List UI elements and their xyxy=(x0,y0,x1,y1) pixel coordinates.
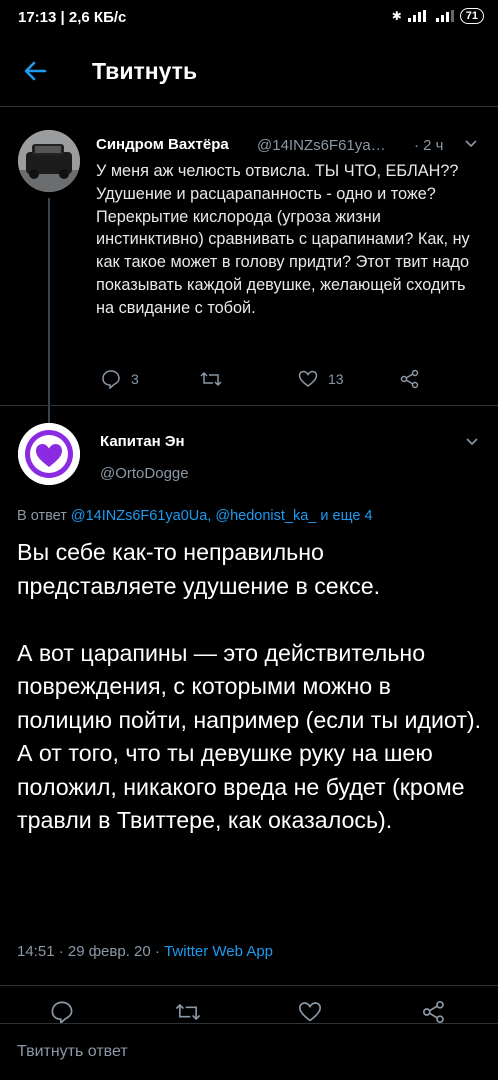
like-button[interactable]: 13 xyxy=(298,369,344,389)
author-handle: @14INZs6F61ya… xyxy=(257,137,386,154)
reply-button[interactable] xyxy=(50,1000,74,1024)
heart-icon xyxy=(298,369,318,389)
bluetooth-icon: ✱ xyxy=(391,9,402,23)
share-button[interactable] xyxy=(422,1000,446,1024)
chevron-down-icon[interactable] xyxy=(464,136,478,150)
divider xyxy=(0,405,498,406)
author-name[interactable]: Синдром Вахтёра xyxy=(96,136,229,153)
reply-prefix: В ответ xyxy=(17,508,67,524)
reply-context: В ответ @14INZs6F61ya0Ua, @hedonist_ka_ … xyxy=(17,508,373,524)
tweet-text: Вы себе как-то неправильно представляете… xyxy=(17,539,482,833)
author-handle: @OrtoDogge xyxy=(100,465,189,482)
reply-more[interactable]: и еще 4 xyxy=(320,508,372,524)
retweet-button[interactable] xyxy=(174,1000,202,1024)
signal-icon-2 xyxy=(435,10,454,22)
reply-icon xyxy=(50,1000,74,1024)
share-button[interactable] xyxy=(400,369,420,389)
header: Твитнуть xyxy=(0,36,498,107)
divider xyxy=(0,1023,498,1024)
page-title: Твитнуть xyxy=(92,58,198,84)
author-name[interactable]: Капитан Эн xyxy=(100,433,185,450)
tweet-timestamp: 14:51 · 29 февр. 20 · xyxy=(17,943,160,960)
reply-button[interactable]: 3 xyxy=(101,369,139,389)
like-count: 13 xyxy=(328,371,344,387)
reply-input[interactable]: Твитнуть ответ xyxy=(17,1043,128,1061)
retweet-button[interactable] xyxy=(199,369,223,389)
retweet-icon xyxy=(199,369,223,389)
signal-icon xyxy=(407,10,430,22)
tweet-meta: 14:51 · 29 февр. 20 · Twitter Web App xyxy=(17,943,273,960)
status-time-speed: 17:13 | 2,6 КБ/с xyxy=(18,9,127,26)
avatar[interactable] xyxy=(18,130,80,192)
thread-line xyxy=(48,198,50,424)
like-button[interactable] xyxy=(298,1000,322,1024)
battery-icon: 71 xyxy=(459,8,484,24)
tweet-text: У меня аж челюсть отвисла. ТЫ ЧТО, ЕБЛАН… xyxy=(96,162,470,317)
retweet-icon xyxy=(174,1000,202,1024)
arrow-left-icon[interactable] xyxy=(20,56,50,86)
share-icon xyxy=(422,1000,446,1024)
avatar[interactable] xyxy=(18,423,80,485)
reply-mentions[interactable]: @14INZs6F61ya0Ua, @hedonist_ka_ xyxy=(71,508,316,524)
reply-icon xyxy=(101,369,121,389)
reply-count: 3 xyxy=(131,371,139,387)
status-bar: 17:13 | 2,6 КБ/с ✱ 71 xyxy=(0,0,498,36)
chevron-down-icon[interactable] xyxy=(465,434,479,448)
tweet-source-app[interactable]: Twitter Web App xyxy=(164,943,273,960)
divider xyxy=(0,985,498,986)
status-icons: ✱ 71 xyxy=(392,8,484,24)
heart-icon xyxy=(298,1000,322,1024)
tweet-time: · 2 ч xyxy=(414,137,444,154)
share-icon xyxy=(400,369,420,389)
